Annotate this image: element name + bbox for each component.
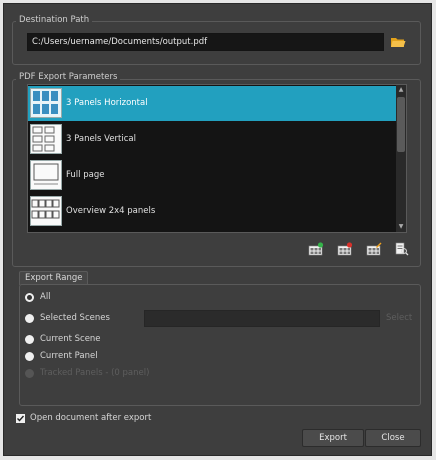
list-item[interactable]: 3 Panels Horizontal [28,86,396,121]
overview-2x4-icon [30,196,62,226]
list-item[interactable]: 3 Panels Vertical [28,122,396,157]
three-panels-vertical-icon [30,124,62,154]
list-item-label: Overview 2x4 panels [66,206,156,216]
three-panels-horizontal-icon [30,88,62,118]
list-item-label: Full page [66,170,105,180]
range-current-panel-radio[interactable] [25,352,34,361]
add-profile-button[interactable] [308,242,324,256]
delete-profile-button[interactable] [337,242,353,256]
range-current-scene-label: Current Scene [40,334,101,344]
range-selected-scenes-label: Selected Scenes [40,313,110,323]
partial-item-icon [30,232,62,233]
edit-profile-icon [366,242,382,256]
range-tracked-panels-label: Tracked Panels - (0 panel) [40,368,150,378]
range-tracked-panels-radio [25,369,34,378]
scrollbar-thumb[interactable] [397,97,405,152]
list-item-label: 3 Panels Vertical [66,134,136,144]
range-all-label: All [40,292,51,302]
range-current-panel-label: Current Panel [40,351,98,361]
open-after-export-label: Open document after export [30,413,152,423]
export-range-tab: Export Range [19,271,89,285]
preview-button[interactable] [394,242,410,256]
selected-scenes-field[interactable] [144,310,380,327]
open-after-export-checkbox[interactable] [16,414,25,423]
list-item[interactable]: Full page [28,158,396,193]
export-pdf-dialog: Destination Path C:/Users/uername/Docume… [3,3,432,456]
checkmark-icon [17,415,25,422]
full-page-icon [30,160,62,190]
scroll-up-icon[interactable]: ▲ [396,85,406,95]
edit-profile-button[interactable] [366,242,382,256]
list-item[interactable]: Overview 2x4 panels [28,194,396,229]
range-current-scene-radio[interactable] [25,335,34,344]
scroll-down-icon[interactable]: ▼ [396,222,406,232]
pdf-export-parameters-legend: PDF Export Parameters [16,72,121,82]
close-button[interactable]: Close [365,429,421,447]
range-all-radio[interactable] [25,293,34,302]
destination-path-legend: Destination Path [16,15,93,25]
range-selected-scenes-radio[interactable] [25,314,34,323]
profile-list[interactable]: 3 Panels Horizontal 3 Panels Vertical Fu… [27,84,407,233]
list-item-label: 3 Panels Horizontal [66,98,148,108]
export-range-group [19,284,421,406]
add-profile-icon [308,242,324,256]
folder-browse-button[interactable] [390,35,406,49]
list-scrollbar[interactable]: ▲ ▼ [396,85,406,232]
destination-path-field[interactable]: C:/Users/uername/Documents/output.pdf [27,33,384,51]
folder-icon [391,38,406,47]
preview-icon [395,242,409,256]
delete-profile-icon [337,242,353,256]
select-button[interactable]: Select [386,313,412,323]
export-button[interactable]: Export [302,429,364,447]
